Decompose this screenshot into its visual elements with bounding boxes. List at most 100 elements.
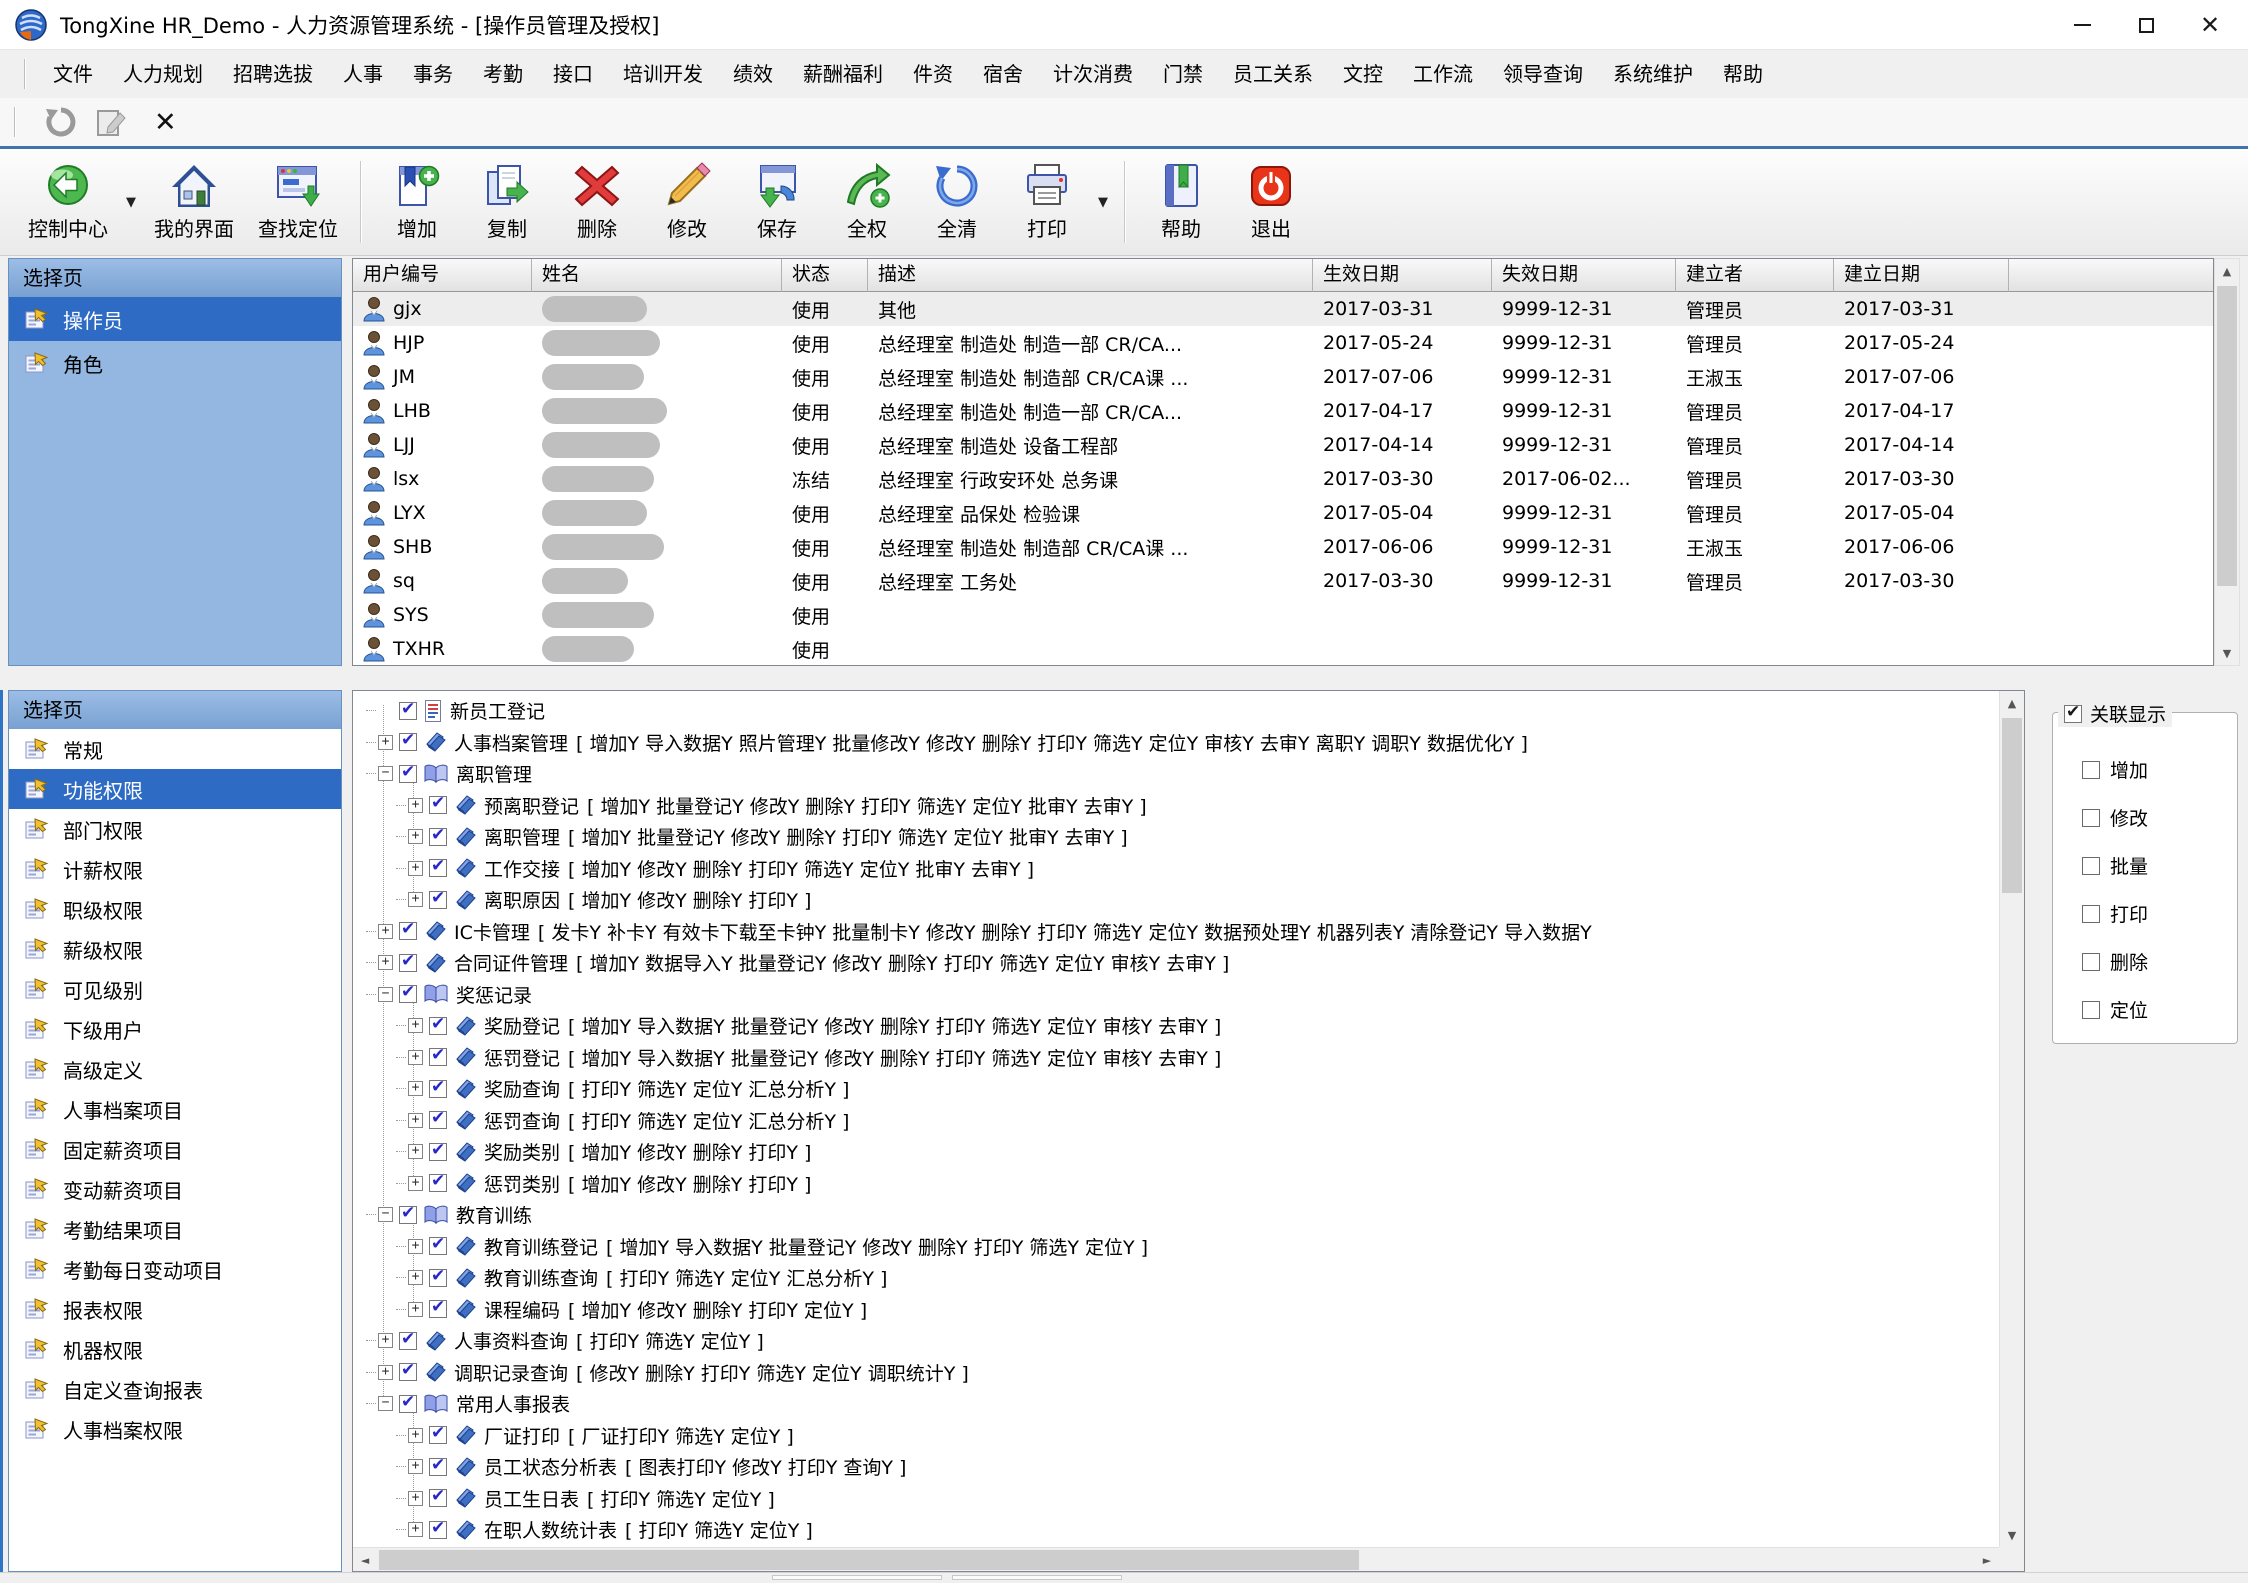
link-display-legend[interactable]: ✔ 关联显示 xyxy=(2058,700,2172,727)
tree-node-调职记录查询[interactable]: +✔ 调职记录查询[ 修改Y 删除Y 打印Y 筛选Y 定位Y 调职统计Y ] xyxy=(354,1357,1999,1389)
tree-checkbox[interactable]: ✔ xyxy=(429,828,447,846)
scrollbar-thumb[interactable] xyxy=(2217,286,2237,586)
user-row-TXHR[interactable]: TXHR 使用 xyxy=(353,632,2213,666)
expand-toggle[interactable]: + xyxy=(408,1144,423,1159)
tree-node-惩罚类别[interactable]: +✔ 惩罚类别[ 增加Y 修改Y 删除Y 打印Y ] xyxy=(354,1168,1999,1200)
tree-node-厂证打印[interactable]: +✔ 厂证打印[ 厂证打印Y 筛选Y 定位Y ] xyxy=(354,1420,1999,1452)
toolbar-button-home[interactable]: 我的界面 xyxy=(142,158,246,246)
scroll-right-arrow[interactable]: ► xyxy=(1975,1548,1999,1572)
toolbar-button-find[interactable]: 查找定位 xyxy=(246,158,350,246)
tree-checkbox[interactable]: ✔ xyxy=(429,796,447,814)
tree-checkbox[interactable]: ✔ xyxy=(399,1363,417,1381)
sidebar-item-薪级权限[interactable]: 薪级权限 xyxy=(9,929,341,969)
tree-node-离职管理[interactable]: +✔ 离职管理[ 增加Y 批量登记Y 修改Y 删除Y 打印Y 筛选Y 定位Y 批… xyxy=(354,821,1999,853)
minimize-button[interactable] xyxy=(2050,0,2114,50)
expand-toggle[interactable]: + xyxy=(408,1459,423,1474)
sidebar-item-高级定义[interactable]: 高级定义 xyxy=(9,1049,341,1089)
tree-node-人事资料查询[interactable]: +✔ 人事资料查询[ 打印Y 筛选Y 定位Y ] xyxy=(354,1325,1999,1357)
sidebar-item-职级权限[interactable]: 职级权限 xyxy=(9,889,341,929)
menu-item-文控[interactable]: 文控 xyxy=(1328,50,1398,98)
menu-item-工作流[interactable]: 工作流 xyxy=(1398,50,1488,98)
tree-checkbox[interactable]: ✔ xyxy=(429,1111,447,1129)
toolbar-button-save[interactable]: 保存 xyxy=(732,158,822,246)
toolbar-button-help[interactable]: 帮助 xyxy=(1136,158,1226,246)
tree-node-离职原因[interactable]: +✔ 离职原因[ 增加Y 修改Y 删除Y 打印Y ] xyxy=(354,884,1999,916)
user-row-LYX[interactable]: LYX 使用 总经理室 品保处 检验课 2017-05-04 9999-12-3… xyxy=(353,496,2213,530)
tree-node-合同证件管理[interactable]: +✔ 合同证件管理[ 增加Y 数据导入Y 批量登记Y 修改Y 删除Y 打印Y 筛… xyxy=(354,947,1999,979)
tree-checkbox[interactable]: ✔ xyxy=(429,1080,447,1098)
link-option-checkbox[interactable] xyxy=(2082,1001,2100,1019)
sidebar-item-可见级别[interactable]: 可见级别 xyxy=(9,969,341,1009)
scroll-up-arrow[interactable]: ▲ xyxy=(2000,691,2024,715)
sidebar-item-固定薪资项目[interactable]: 固定薪资项目 xyxy=(9,1129,341,1169)
user-row-lsx[interactable]: lsx 冻结 总经理室 行政安环处 总务课 2017-03-30 2017-06… xyxy=(353,462,2213,496)
link-option-增加[interactable]: 增加 xyxy=(2082,756,2148,783)
tree-checkbox[interactable]: ✔ xyxy=(429,1300,447,1318)
tree-checkbox[interactable]: ✔ xyxy=(399,954,417,972)
expand-toggle[interactable]: + xyxy=(378,735,393,750)
sidebar-item-角色[interactable]: 角色 xyxy=(9,341,341,385)
tree-node-员工生日表[interactable]: +✔ 员工生日表[ 打印Y 筛选Y 定位Y ] xyxy=(354,1483,1999,1515)
sidebar-item-计薪权限[interactable]: 计薪权限 xyxy=(9,849,341,889)
expand-toggle[interactable]: + xyxy=(408,1018,423,1033)
toolbar-button-all-rights[interactable]: 全权 xyxy=(822,158,912,246)
tree-checkbox[interactable]: ✔ xyxy=(429,1048,447,1066)
expand-toggle[interactable]: − xyxy=(378,1207,393,1222)
menu-item-计次消费[interactable]: 计次消费 xyxy=(1038,50,1148,98)
tree-checkbox[interactable]: ✔ xyxy=(429,1237,447,1255)
dropdown-arrow-icon[interactable]: ▼ xyxy=(120,195,142,210)
link-option-批量[interactable]: 批量 xyxy=(2082,852,2148,879)
tree-node-惩罚查询[interactable]: +✔ 惩罚查询[ 打印Y 筛选Y 定位Y 汇总分析Y ] xyxy=(354,1105,1999,1137)
tree-checkbox[interactable]: ✔ xyxy=(399,985,417,1003)
menu-item-薪酬福利[interactable]: 薪酬福利 xyxy=(788,50,898,98)
tree-node-新员工登记[interactable]: ✔ 新员工登记 xyxy=(354,695,1999,727)
tree-node-人事档案管理[interactable]: +✔ 人事档案管理[ 增加Y 导入数据Y 照片管理Y 批量修改Y 修改Y 删除Y… xyxy=(354,727,1999,759)
menu-item-领导查询[interactable]: 领导查询 xyxy=(1488,50,1598,98)
toolbar-button-modify[interactable]: 修改 xyxy=(642,158,732,246)
menu-item-招聘选拔[interactable]: 招聘选拔 xyxy=(218,50,328,98)
scrollbar-thumb[interactable] xyxy=(2002,718,2022,893)
dropdown-arrow-icon[interactable]: ▼ xyxy=(1092,195,1114,210)
sidebar-item-考勤每日变动项目[interactable]: 考勤每日变动项目 xyxy=(9,1249,341,1289)
tree-node-预离职登记[interactable]: +✔ 预离职登记[ 增加Y 批量登记Y 修改Y 删除Y 打印Y 筛选Y 定位Y … xyxy=(354,790,1999,822)
scroll-down-arrow[interactable]: ▼ xyxy=(2215,641,2239,665)
link-option-删除[interactable]: 删除 xyxy=(2082,948,2148,975)
expand-toggle[interactable]: + xyxy=(408,1050,423,1065)
expand-toggle[interactable]: − xyxy=(378,1396,393,1411)
menu-item-门禁[interactable]: 门禁 xyxy=(1148,50,1218,98)
close-button[interactable]: ✕ xyxy=(2178,0,2242,50)
toolbar-button-exit[interactable]: 退出 xyxy=(1226,158,1316,246)
column-header-建立日期[interactable]: 建立日期 xyxy=(1834,259,2009,292)
column-header-姓名[interactable]: 姓名 xyxy=(532,259,782,292)
tree-node-教育训练登记[interactable]: +✔ 教育训练登记[ 增加Y 导入数据Y 批量登记Y 修改Y 删除Y 打印Y 筛… xyxy=(354,1231,1999,1263)
toolbar-button-delete[interactable]: 删除 xyxy=(552,158,642,246)
tree-node-工作交接[interactable]: +✔ 工作交接[ 增加Y 修改Y 删除Y 打印Y 筛选Y 定位Y 批审Y 去审Y… xyxy=(354,853,1999,885)
link-option-checkbox[interactable] xyxy=(2082,761,2100,779)
menu-item-宿舍[interactable]: 宿舍 xyxy=(968,50,1038,98)
user-row-HJP[interactable]: HJP 使用 总经理室 制造处 制造一部 CR/CA... 2017-05-24… xyxy=(353,326,2213,360)
scroll-left-arrow[interactable]: ◄ xyxy=(353,1548,377,1572)
user-row-JM[interactable]: JM 使用 总经理室 制造处 制造部 CR/CA课 ... 2017-07-06… xyxy=(353,360,2213,394)
tree-checkbox[interactable]: ✔ xyxy=(429,1458,447,1476)
tree-checkbox[interactable]: ✔ xyxy=(429,1174,447,1192)
tree-node-教育训练[interactable]: −✔ 教育训练 xyxy=(354,1199,1999,1231)
expand-toggle[interactable]: + xyxy=(408,1302,423,1317)
user-row-SHB[interactable]: SHB 使用 总经理室 制造处 制造部 CR/CA课 ... 2017-06-0… xyxy=(353,530,2213,564)
menu-item-接口[interactable]: 接口 xyxy=(538,50,608,98)
expand-toggle[interactable]: + xyxy=(408,1428,423,1443)
menu-item-系统维护[interactable]: 系统维护 xyxy=(1598,50,1708,98)
sidebar-item-自定义查询报表[interactable]: 自定义查询报表 xyxy=(9,1369,341,1409)
expand-toggle[interactable]: + xyxy=(378,955,393,970)
tree-checkbox[interactable]: ✔ xyxy=(399,702,417,720)
sidebar-item-变动薪资项目[interactable]: 变动薪资项目 xyxy=(9,1169,341,1209)
link-option-checkbox[interactable] xyxy=(2082,809,2100,827)
close-view-button[interactable]: ✕ xyxy=(154,109,177,136)
tree-checkbox[interactable]: ✔ xyxy=(399,922,417,940)
link-option-打印[interactable]: 打印 xyxy=(2082,900,2148,927)
menu-item-件资[interactable]: 件资 xyxy=(898,50,968,98)
menu-item-培训开发[interactable]: 培训开发 xyxy=(608,50,718,98)
link-option-定位[interactable]: 定位 xyxy=(2082,996,2148,1023)
sidebar-item-操作员[interactable]: 操作员 xyxy=(9,297,341,341)
tree-node-奖惩记录[interactable]: −✔ 奖惩记录 xyxy=(354,979,1999,1011)
tree-node-奖励类别[interactable]: +✔ 奖励类别[ 增加Y 修改Y 删除Y 打印Y ] xyxy=(354,1136,1999,1168)
